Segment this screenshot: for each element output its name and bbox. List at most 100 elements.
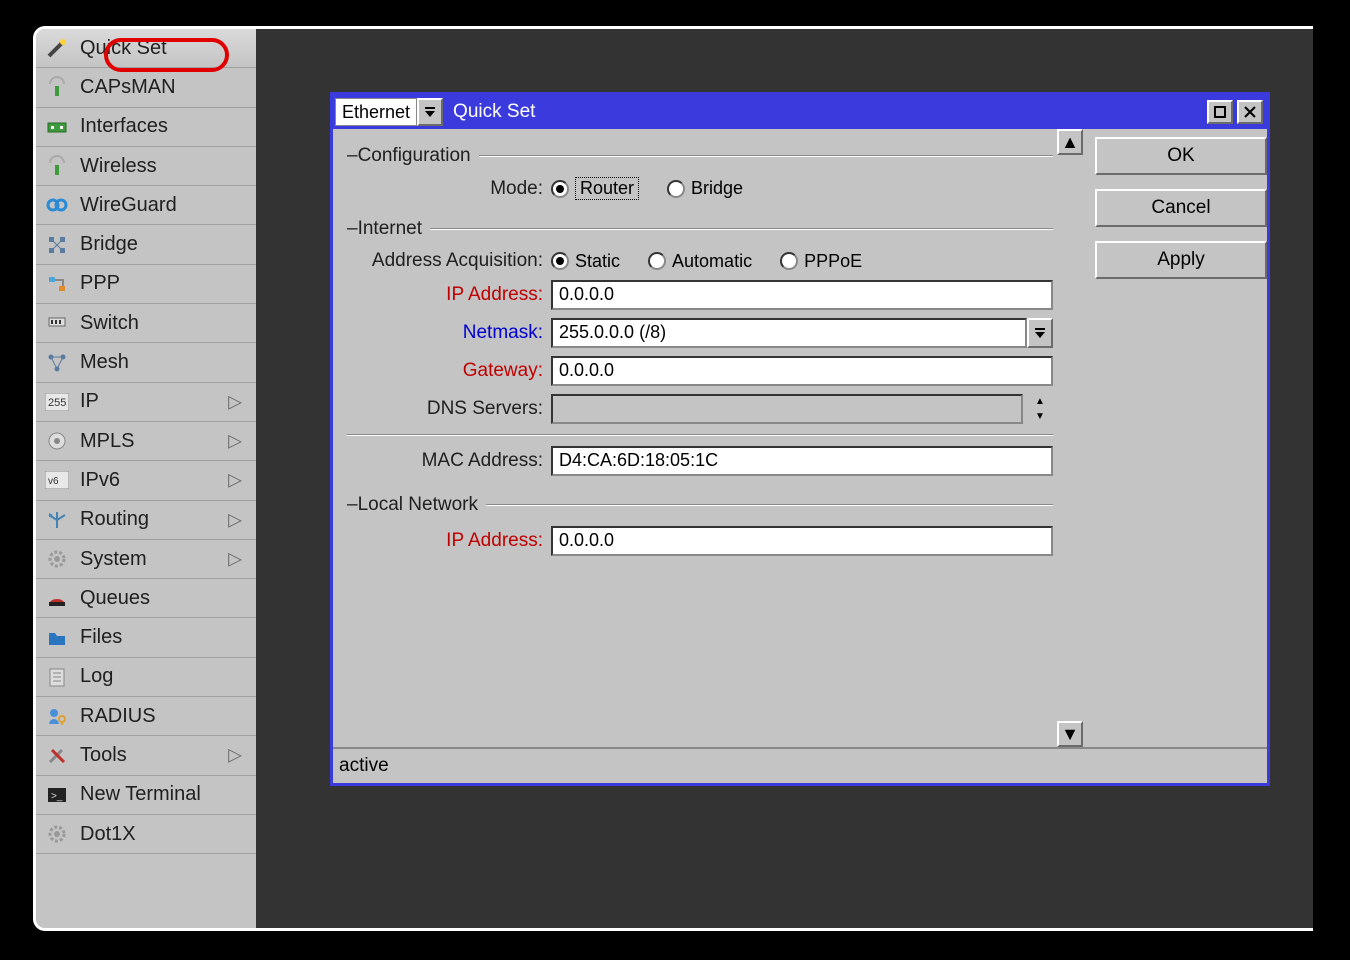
form-area: – Configuration Mode: Router Bridge – In… [333,129,1057,747]
netmask-input[interactable]: 255.0.0.0 (/8) [551,318,1027,348]
acq-static-radio[interactable]: Static [551,251,620,272]
ip-address-input[interactable]: 0.0.0.0 [551,280,1053,310]
window-title: Quick Set [453,101,1207,123]
sidebar-item-quick-set[interactable]: Quick Set [36,29,256,68]
cancel-button[interactable]: Cancel [1095,189,1267,227]
sidebar-item-files[interactable]: Files [36,618,256,657]
apply-button[interactable]: Apply [1095,241,1267,279]
titlebar[interactable]: Ethernet Quick Set [333,95,1267,129]
sidebar-item-new-terminal[interactable]: >_ New Terminal [36,776,256,815]
acq-automatic-radio[interactable]: Automatic [648,251,752,272]
action-column: OK Cancel Apply [1083,129,1267,747]
sidebar-item-interfaces[interactable]: Interfaces [36,108,256,147]
main-window: Quick Set CAPsMAN Interfaces Wireless Wi… [33,26,1313,931]
sidebar-item-label: WireGuard [80,194,177,217]
ip-icon: 255 [44,390,70,414]
sidebar-item-label: IPv6 [80,469,120,492]
close-button[interactable] [1237,100,1263,124]
svg-text:v6: v6 [48,476,59,487]
sidebar-item-label: RADIUS [80,705,156,728]
sidebar-item-ipv6[interactable]: v6 IPv6 ▷ [36,461,256,500]
wireless-icon [44,154,70,178]
gateway-label: Gateway: [347,360,551,382]
group-configuration-label: Configuration [358,145,471,167]
sidebar-item-mesh[interactable]: Mesh [36,343,256,382]
folder-icon [44,626,70,650]
sidebar-item-queues[interactable]: Queues [36,579,256,618]
spin-up-icon: ▲ [1027,394,1053,409]
svg-text:>_: >_ [51,791,63,802]
sidebar-item-ppp[interactable]: PPP [36,265,256,304]
scroll-down-button[interactable]: ▼ [1057,721,1083,747]
radius-icon [44,704,70,728]
sidebar-item-switch[interactable]: Switch [36,304,256,343]
mpls-icon [44,429,70,453]
antenna-icon [44,75,70,99]
gear-icon [44,547,70,571]
sidebar-item-dot1x[interactable]: Dot1X [36,815,256,854]
mode-bridge-radio[interactable]: Bridge [667,178,743,199]
gateway-input[interactable]: 0.0.0.0 [551,356,1053,386]
sidebar-item-label: Tools [80,744,127,767]
sidebar-item-mpls[interactable]: MPLS ▷ [36,422,256,461]
sidebar-item-label: Dot1X [80,823,136,846]
interface-select-dropdown[interactable] [417,98,443,126]
chevron-right-icon: ▷ [228,509,242,530]
svg-text:255: 255 [48,397,66,409]
mode-router-radio[interactable]: Router [551,177,639,200]
sidebar-item-bridge[interactable]: Bridge [36,225,256,264]
sidebar-item-routing[interactable]: Routing ▷ [36,501,256,540]
chevron-right-icon: ▷ [228,549,242,570]
sidebar-item-radius[interactable]: RADIUS [36,697,256,736]
sidebar-item-log[interactable]: Log [36,658,256,697]
spin-down-icon: ▼ [1027,409,1053,424]
netmask-dropdown-button[interactable] [1027,318,1053,348]
ppp-icon [44,272,70,296]
mode-bridge-label: Bridge [691,178,743,199]
dot1x-icon [44,822,70,846]
routing-icon [44,508,70,532]
quick-set-window: Ethernet Quick Set – Configuration Mode:… [330,92,1270,786]
sidebar-item-label: Routing [80,508,149,531]
group-internet-label: Internet [358,218,422,240]
scroll-up-button[interactable]: ▲ [1057,129,1083,155]
sidebar-item-label: System [80,548,147,571]
ok-button[interactable]: OK [1095,137,1267,175]
sidebar-item-tools[interactable]: Tools ▷ [36,736,256,775]
sidebar-item-wireguard[interactable]: WireGuard [36,186,256,225]
sidebar-item-system[interactable]: System ▷ [36,540,256,579]
local-ip-input[interactable]: 0.0.0.0 [551,526,1053,556]
chevron-right-icon: ▷ [228,431,242,452]
interface-select[interactable]: Ethernet [335,98,417,126]
vertical-scrollbar[interactable]: ▲ ▼ [1057,129,1083,747]
bridge-icon [44,233,70,257]
sidebar-item-label: CAPsMAN [80,76,176,99]
sidebar-item-label: Mesh [80,351,129,374]
switch-icon [44,311,70,335]
acq-static-label: Static [575,251,620,272]
sidebar-item-label: Log [80,665,113,688]
group-configuration: – Configuration [347,145,1053,167]
sidebar-item-label: MPLS [80,430,134,453]
dns-spinner[interactable]: ▲▼ [1027,394,1053,424]
dns-input[interactable] [551,394,1023,424]
mac-input[interactable]: D4:CA:6D:18:05:1C [551,446,1053,476]
status-bar: active [333,747,1267,783]
queues-icon [44,586,70,610]
local-ip-label: IP Address: [347,530,551,552]
sidebar-item-label: Quick Set [80,37,167,60]
acq-pppoe-radio[interactable]: PPPoE [780,251,862,272]
dns-label: DNS Servers: [347,398,551,420]
sidebar-item-capsman[interactable]: CAPsMAN [36,68,256,107]
mesh-icon [44,351,70,375]
wand-icon [44,36,70,60]
chevron-right-icon: ▷ [228,745,242,766]
maximize-button[interactable] [1207,100,1233,124]
log-icon [44,665,70,689]
sidebar-item-label: New Terminal [80,783,201,806]
sidebar-item-ip[interactable]: 255 IP ▷ [36,383,256,422]
group-local: – Local Network [347,494,1053,516]
sidebar-item-label: Interfaces [80,115,168,138]
sidebar-item-label: IP [80,390,99,413]
sidebar-item-wireless[interactable]: Wireless [36,147,256,186]
